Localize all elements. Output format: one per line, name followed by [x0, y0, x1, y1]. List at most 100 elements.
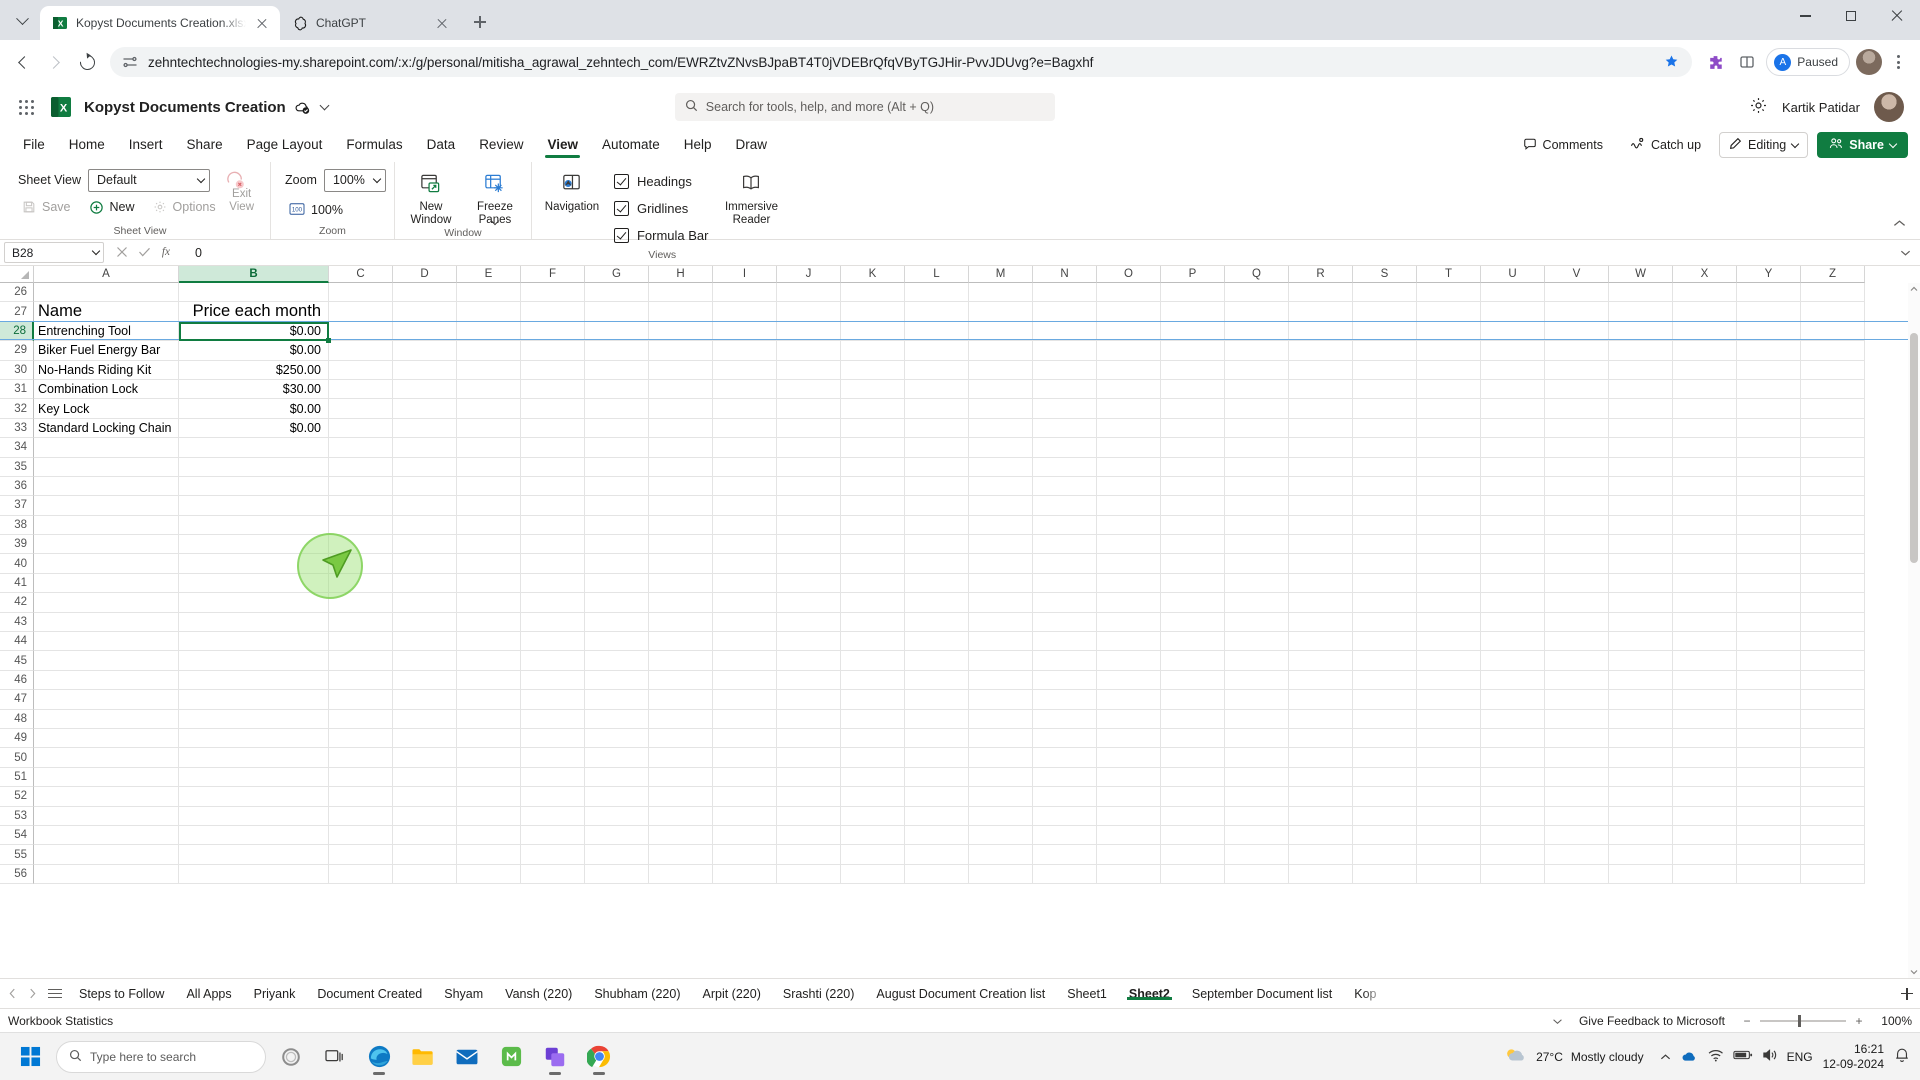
cell-Z28[interactable] — [1801, 322, 1865, 341]
cell-J47[interactable] — [777, 690, 841, 709]
cell-J44[interactable] — [777, 632, 841, 651]
forward-arrow-icon[interactable] — [40, 47, 70, 77]
tab-view[interactable]: View — [536, 134, 589, 157]
cell-Q51[interactable] — [1225, 768, 1289, 787]
cell-B29[interactable]: $0.00 — [179, 341, 329, 360]
cell-P27[interactable] — [1161, 302, 1225, 321]
windows-start-icon[interactable] — [10, 1037, 50, 1077]
cell-Y27[interactable] — [1737, 302, 1801, 321]
cell-R51[interactable] — [1289, 768, 1353, 787]
column-header-E[interactable]: E — [457, 266, 521, 283]
cell-W45[interactable] — [1609, 651, 1673, 670]
window-close-icon[interactable] — [1874, 0, 1920, 32]
cell-R33[interactable] — [1289, 419, 1353, 438]
cell-F26[interactable] — [521, 283, 585, 302]
cell-R26[interactable] — [1289, 283, 1353, 302]
sheet-tab-srashti-220[interactable]: Srashti (220) — [772, 987, 866, 1001]
tab-automate[interactable]: Automate — [591, 134, 671, 157]
avatar[interactable] — [1874, 92, 1904, 122]
cell-H40[interactable] — [649, 554, 713, 573]
cell-D36[interactable] — [393, 477, 457, 496]
cell-J43[interactable] — [777, 613, 841, 632]
sheet-tab-vansh-220[interactable]: Vansh (220) — [494, 987, 583, 1001]
cell-A49[interactable] — [34, 729, 179, 748]
cell-I43[interactable] — [713, 613, 777, 632]
cell-L39[interactable] — [905, 535, 969, 554]
status-expand-icon[interactable] — [1552, 1014, 1563, 1028]
sheet-tab-august-document-creation-list[interactable]: August Document Creation list — [865, 987, 1056, 1001]
cell-N36[interactable] — [1033, 477, 1097, 496]
cell-O47[interactable] — [1097, 690, 1161, 709]
cell-J32[interactable] — [777, 399, 841, 418]
cell-E42[interactable] — [457, 593, 521, 612]
mail-icon[interactable] — [448, 1037, 486, 1077]
cell-M27[interactable] — [969, 302, 1033, 321]
cell-J28[interactable] — [777, 322, 841, 341]
scroll-up-icon[interactable] — [1908, 283, 1920, 295]
cell-U43[interactable] — [1481, 613, 1545, 632]
cell-M47[interactable] — [969, 690, 1033, 709]
cell-A30[interactable]: No-Hands Riding Kit — [34, 361, 179, 380]
cell-T52[interactable] — [1417, 787, 1481, 806]
cell-J36[interactable] — [777, 477, 841, 496]
cell-Y42[interactable] — [1737, 593, 1801, 612]
cell-U56[interactable] — [1481, 865, 1545, 884]
tab-data[interactable]: Data — [416, 134, 467, 157]
cell-R48[interactable] — [1289, 710, 1353, 729]
cell-W50[interactable] — [1609, 748, 1673, 767]
cell-H33[interactable] — [649, 419, 713, 438]
sheet-tab-arpit-220[interactable]: Arpit (220) — [692, 987, 772, 1001]
cell-X47[interactable] — [1673, 690, 1737, 709]
row-header-32[interactable]: 32 — [0, 399, 34, 418]
cell-K31[interactable] — [841, 380, 905, 399]
column-header-D[interactable]: D — [393, 266, 457, 283]
cell-D55[interactable] — [393, 845, 457, 864]
cell-H55[interactable] — [649, 845, 713, 864]
cell-M31[interactable] — [969, 380, 1033, 399]
cell-N47[interactable] — [1033, 690, 1097, 709]
cell-B31[interactable]: $30.00 — [179, 380, 329, 399]
cell-N26[interactable] — [1033, 283, 1097, 302]
cell-Q33[interactable] — [1225, 419, 1289, 438]
cell-G31[interactable] — [585, 380, 649, 399]
cell-Z35[interactable] — [1801, 458, 1865, 477]
cell-T46[interactable] — [1417, 671, 1481, 690]
cell-E36[interactable] — [457, 477, 521, 496]
cell-X53[interactable] — [1673, 807, 1737, 826]
cell-E34[interactable] — [457, 438, 521, 457]
taskbar-clock[interactable]: 16:21 12-09-2024 — [1823, 1042, 1884, 1072]
cell-Z31[interactable] — [1801, 380, 1865, 399]
cell-C35[interactable] — [329, 458, 393, 477]
cell-F29[interactable] — [521, 341, 585, 360]
cell-N35[interactable] — [1033, 458, 1097, 477]
cell-X50[interactable] — [1673, 748, 1737, 767]
cell-U35[interactable] — [1481, 458, 1545, 477]
column-header-R[interactable]: R — [1289, 266, 1353, 283]
row-header-26[interactable]: 26 — [0, 283, 34, 302]
cell-I39[interactable] — [713, 535, 777, 554]
cell-Q35[interactable] — [1225, 458, 1289, 477]
column-header-W[interactable]: W — [1609, 266, 1673, 283]
browser-tab-chatgpt[interactable]: ChatGPT — [280, 6, 460, 40]
cell-P40[interactable] — [1161, 554, 1225, 573]
row-header-33[interactable]: 33 — [0, 419, 34, 438]
cell-C48[interactable] — [329, 710, 393, 729]
cell-Z30[interactable] — [1801, 361, 1865, 380]
cell-S35[interactable] — [1353, 458, 1417, 477]
cell-Z43[interactable] — [1801, 613, 1865, 632]
cell-B46[interactable] — [179, 671, 329, 690]
cell-C40[interactable] — [329, 554, 393, 573]
tab-help[interactable]: Help — [673, 134, 723, 157]
cell-V37[interactable] — [1545, 496, 1609, 515]
cell-M51[interactable] — [969, 768, 1033, 787]
cell-J34[interactable] — [777, 438, 841, 457]
cell-W41[interactable] — [1609, 574, 1673, 593]
cell-H49[interactable] — [649, 729, 713, 748]
cell-G36[interactable] — [585, 477, 649, 496]
cell-W27[interactable] — [1609, 302, 1673, 321]
cell-W40[interactable] — [1609, 554, 1673, 573]
cell-X43[interactable] — [1673, 613, 1737, 632]
cell-K26[interactable] — [841, 283, 905, 302]
cell-B33[interactable]: $0.00 — [179, 419, 329, 438]
cell-F36[interactable] — [521, 477, 585, 496]
